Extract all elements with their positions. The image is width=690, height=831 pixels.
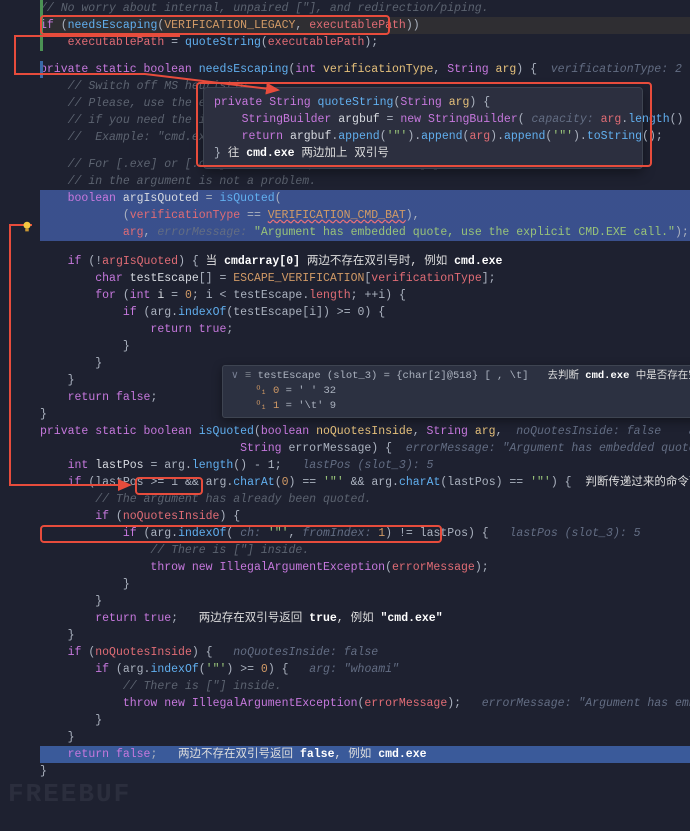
intention-bulb-icon[interactable]: [20, 220, 34, 234]
tooltip-quotestring: private String quoteString(String arg) {…: [203, 87, 643, 169]
annotation-double-quote: 判断传递过来的命令两边是否存在双引号: [585, 476, 690, 489]
current-line-highlight: return false; 两边不存在双引号返回 false, 例如 cmd.e…: [40, 746, 690, 763]
annotation-quotestring: 往 cmd.exe 两边加上 双引号: [228, 147, 389, 160]
highlighted-declaration: boolean argIsQuoted = isQuoted(: [40, 190, 690, 207]
annotation-judge-space: 去判断 cmd.exe 中是否存在空格,\t字符: [547, 370, 690, 382]
debug-inline-hint[interactable]: ∨ ≡ testEscape (slot_3) = {char[2]@518} …: [222, 365, 690, 418]
annotation-return-false: 两边不存在双引号返回 false, 例如 cmd.exe: [178, 748, 426, 761]
annotation-cmdarray: 当 cmdarray[0] 两边不存在双引号时, 例如 cmd.exe: [206, 255, 503, 268]
annotation-return-true: 两边存在双引号返回 true, 例如 "cmd.exe": [199, 612, 443, 625]
comment: // No worry about internal, unpaired ["]…: [40, 2, 489, 15]
watermark: FREEBUF: [8, 779, 131, 809]
